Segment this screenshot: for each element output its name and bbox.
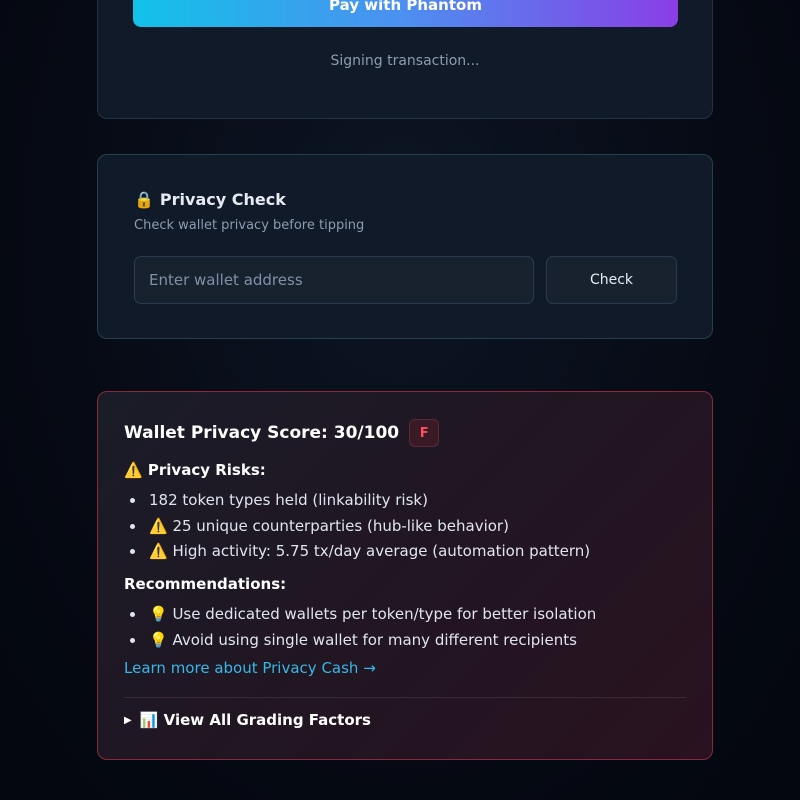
list-item: 💡 Avoid using single wallet for many dif…	[130, 628, 596, 654]
privacy-risks-list: 182 token types held (linkability risk) …	[130, 488, 590, 565]
list-item: 182 token types held (linkability risk)	[130, 488, 590, 514]
recommendation-text: 💡 Use dedicated wallets per token/type f…	[149, 605, 597, 623]
recommendations-list: 💡 Use dedicated wallets per token/type f…	[130, 602, 596, 653]
recommendations-heading: Recommendations:	[124, 575, 287, 593]
signing-status-text: Signing transaction...	[330, 53, 480, 69]
disclosure-triangle-icon: ▶	[124, 714, 132, 726]
list-item: 💡 Use dedicated wallets per token/type f…	[130, 602, 596, 628]
privacy-check-title: 🔒 Privacy Check	[134, 190, 286, 209]
privacy-risks-heading: ⚠️ Privacy Risks:	[124, 461, 266, 479]
list-item: ⚠️ High activity: 5.75 tx/day average (a…	[130, 539, 590, 565]
score-header: Wallet Privacy Score: 30/100 F	[124, 419, 440, 447]
risk-text: ⚠️ High activity: 5.75 tx/day average (a…	[149, 542, 591, 560]
privacy-score-title: Wallet Privacy Score: 30/100	[124, 423, 400, 443]
pay-with-phantom-button[interactable]: Pay with Phantom	[133, 0, 678, 27]
risk-text: 182 token types held (linkability risk)	[149, 491, 428, 509]
check-button[interactable]: Check	[546, 256, 677, 304]
privacy-check-subtitle: Check wallet privacy before tipping	[134, 218, 365, 233]
privacy-score-card: Wallet Privacy Score: 30/100 F ⚠️ Privac…	[97, 391, 713, 760]
bullet-icon	[130, 498, 135, 504]
bullet-icon	[130, 612, 135, 618]
privacy-check-title-text: Privacy Check	[159, 190, 286, 209]
bullet-icon	[130, 523, 135, 529]
grading-factors-label: 📊 View All Grading Factors	[139, 711, 371, 729]
bullet-icon	[130, 637, 135, 643]
list-item: ⚠️ 25 unique counterparties (hub-like be…	[130, 514, 590, 540]
bullet-icon	[130, 549, 135, 555]
recommendation-text: 💡 Avoid using single wallet for many dif…	[149, 630, 577, 649]
wallet-address-input[interactable]	[134, 256, 534, 304]
payment-card: Pay with Phantom Signing transaction...	[97, 0, 713, 119]
privacy-check-card: 🔒 Privacy Check Check wallet privacy bef…	[97, 154, 713, 339]
learn-more-privacy-cash-link[interactable]: Learn more about Privacy Cash →	[124, 659, 376, 677]
grade-badge: F	[409, 419, 440, 447]
divider	[124, 697, 686, 698]
lock-icon: 🔒	[134, 190, 154, 209]
risk-text: ⚠️ 25 unique counterparties (hub-like be…	[149, 516, 509, 535]
view-grading-factors-toggle[interactable]: ▶ 📊 View All Grading Factors	[124, 711, 371, 729]
